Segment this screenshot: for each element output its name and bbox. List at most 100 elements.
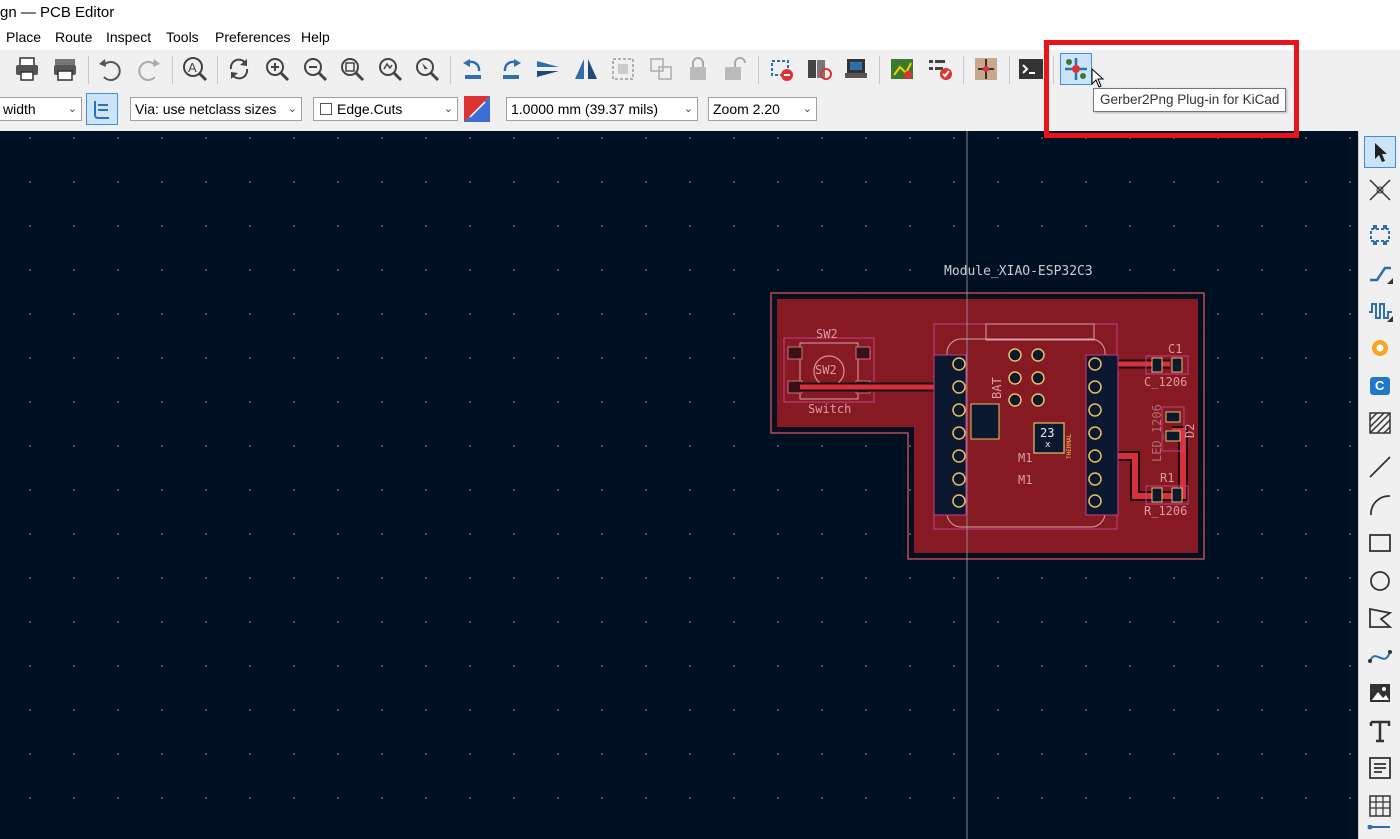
add-footprint-icon[interactable] — [1364, 219, 1396, 251]
ungroup-icon[interactable] — [645, 53, 677, 85]
rule-area-icon[interactable] — [1364, 407, 1396, 439]
add-via-icon[interactable] — [1364, 332, 1396, 364]
chevron-down-icon: ⌄ — [802, 103, 812, 115]
print-icon[interactable] — [11, 53, 43, 85]
draw-arc-icon[interactable] — [1364, 489, 1396, 521]
toolbar-separator — [217, 56, 218, 84]
sw2-reference: SW2 — [816, 327, 838, 341]
c1-value: C_1206 — [1144, 375, 1188, 389]
menu-preferences[interactable]: Preferences — [215, 29, 290, 45]
draw-rectangle-icon[interactable] — [1364, 527, 1396, 559]
route-track-icon[interactable] — [1364, 257, 1396, 289]
thermal-label: THERMAL — [1066, 433, 1073, 459]
footprint-editor-icon[interactable] — [765, 53, 797, 85]
d2-pad — [1165, 430, 1181, 442]
menu-inspect[interactable]: Inspect — [106, 29, 151, 45]
sw2-pad — [787, 380, 803, 394]
add-textbox-icon[interactable] — [1364, 752, 1396, 784]
chevron-down-icon: ⌄ — [287, 103, 297, 115]
bat-label: BAT — [990, 377, 1004, 399]
zoom-out-icon[interactable] — [299, 53, 331, 85]
mouse-cursor-icon — [1091, 68, 1105, 88]
draw-polygon-icon[interactable] — [1364, 602, 1396, 634]
draw-circle-icon[interactable] — [1364, 565, 1396, 597]
refresh-icon[interactable] — [223, 53, 255, 85]
via-size-value: Via: use netclass sizes — [135, 101, 277, 117]
pcb-drawing — [770, 131, 1205, 839]
toolbar-separator — [172, 56, 173, 84]
zoom-value: Zoom 2.20 — [713, 101, 780, 117]
netlist-update-icon[interactable] — [886, 53, 918, 85]
auto-track-width-icon[interactable] — [86, 93, 118, 125]
sw2-pad — [855, 346, 871, 360]
flip-icon[interactable] — [532, 53, 564, 85]
add-text-icon[interactable] — [1364, 715, 1396, 747]
drc-icon[interactable] — [924, 53, 956, 85]
layer-pair-icon[interactable] — [462, 94, 492, 124]
plugin-tooltip: Gerber2Png Plug-in for KiCad — [1093, 88, 1287, 112]
zoom-objects-icon[interactable] — [374, 53, 406, 85]
mirror-icon[interactable] — [570, 53, 602, 85]
schematic-icon[interactable] — [970, 53, 1002, 85]
m1-reference: M1 — [1018, 451, 1033, 465]
rotate-cw-icon[interactable] — [495, 53, 527, 85]
zoom-selection-icon[interactable] — [411, 53, 443, 85]
bat-pads — [970, 403, 1000, 440]
add-zone-icon[interactable]: C — [1364, 369, 1396, 401]
menu-help[interactable]: Help — [301, 29, 330, 45]
zoom-fit-icon[interactable] — [336, 53, 368, 85]
layer-select[interactable]: Edge.Cuts ⌄ — [313, 97, 458, 121]
draw-line-icon[interactable] — [1364, 451, 1396, 483]
footprint-browser-icon[interactable] — [803, 53, 835, 85]
zoom-in-icon[interactable] — [261, 53, 293, 85]
chevron-down-icon: ⌄ — [67, 103, 77, 115]
tune-length-icon[interactable] — [1364, 295, 1396, 327]
menu-route[interactable]: Route — [55, 29, 92, 45]
toolbar-separator — [88, 56, 89, 84]
title-bar: gn — PCB Editor — [0, 0, 1400, 26]
chevron-down-icon: ⌄ — [443, 103, 453, 115]
group-icon[interactable] — [607, 53, 639, 85]
d2-reference: D2 — [1183, 423, 1197, 438]
add-table-icon[interactable] — [1364, 790, 1396, 822]
r1-reference: R1 — [1160, 471, 1175, 485]
menu-place[interactable]: Place — [6, 29, 41, 45]
unlock-icon[interactable] — [719, 53, 751, 85]
d2-pad — [1165, 411, 1181, 423]
c1-pad — [1171, 357, 1183, 373]
lock-icon[interactable] — [682, 53, 714, 85]
draw-bezier-icon[interactable] — [1364, 640, 1396, 672]
undo-icon[interactable] — [94, 53, 126, 85]
layer-value: Edge.Cuts — [337, 101, 403, 117]
zoom-select[interactable]: Zoom 2.20 ⌄ — [708, 97, 817, 121]
local-ratsnest-icon[interactable] — [1364, 174, 1396, 206]
led-value: LED_1206 — [1150, 404, 1164, 462]
scripting-console-icon[interactable] — [1015, 53, 1047, 85]
add-image-icon[interactable] — [1364, 677, 1396, 709]
chevron-down-icon: ⌄ — [683, 103, 693, 115]
redo-icon[interactable] — [133, 53, 165, 85]
via-size-select[interactable]: Via: use netclass sizes ⌄ — [130, 97, 302, 121]
sw2-pad — [787, 346, 803, 360]
menu-tools[interactable]: Tools — [166, 29, 199, 45]
add-dimension-icon[interactable] — [1364, 825, 1396, 839]
r1-pad — [1171, 487, 1183, 503]
select-tool-icon[interactable] — [1364, 136, 1396, 168]
grid-select[interactable]: 1.0000 mm (39.37 mils) ⌄ — [506, 97, 698, 121]
track-width-select[interactable]: width ⌄ — [0, 97, 82, 121]
3d-viewer-icon[interactable] — [840, 53, 872, 85]
rotate-ccw-icon[interactable] — [457, 53, 489, 85]
toolbar-separator — [758, 56, 759, 84]
thermal-pad-number: 23 — [1040, 426, 1055, 440]
c1-pad — [1151, 357, 1163, 373]
module-label: Module_XIAO-ESP32C3 — [944, 264, 1093, 279]
grid-value: 1.0000 mm (39.37 mils) — [511, 101, 659, 117]
track-width-value: width — [3, 101, 36, 117]
plot-icon[interactable] — [49, 53, 81, 85]
svg-text:A: A — [188, 60, 197, 75]
sw2-reference-center: SW2 — [815, 363, 837, 377]
r1-pad — [1151, 487, 1163, 503]
layer-color-swatch — [320, 103, 332, 115]
find-icon[interactable]: A — [179, 53, 211, 85]
pcb-canvas[interactable]: Module_XIAO-ESP32C3 SW2 SW2 Switch BAT M… — [0, 131, 1358, 839]
